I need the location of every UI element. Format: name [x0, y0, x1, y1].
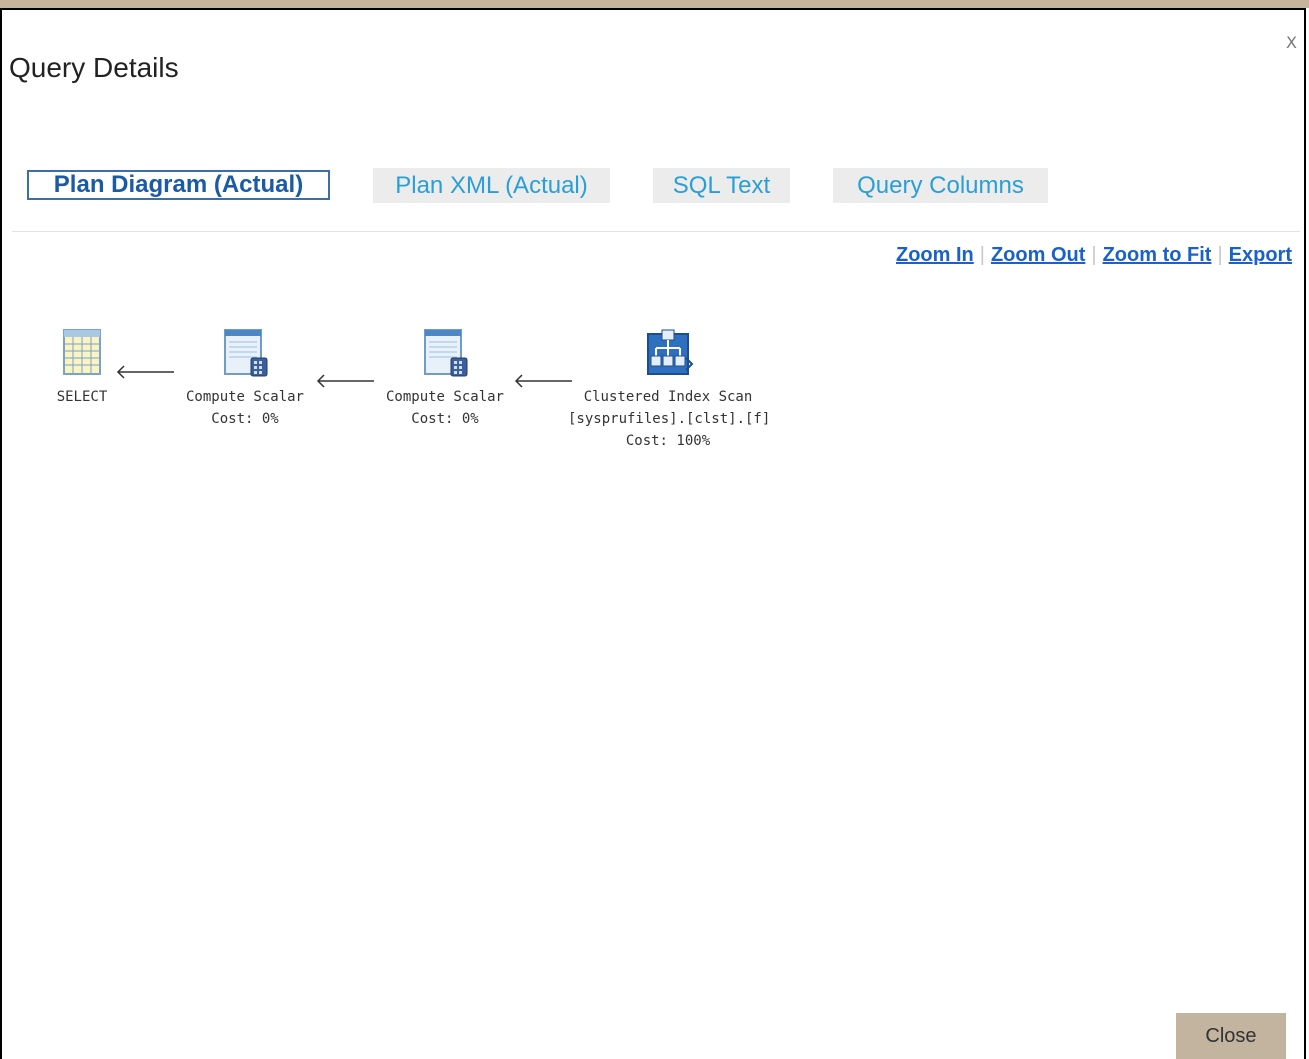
tab-query-columns[interactable]: Query Columns — [833, 168, 1048, 203]
node-label: Clustered Index Scan — [583, 389, 753, 405]
tab-divider — [12, 231, 1300, 232]
dialog-title: Query Details — [9, 52, 179, 83]
plan-arrow — [514, 374, 572, 388]
close-icon[interactable]: X — [1286, 33, 1297, 52]
plan-node-compute-scalar-1[interactable]: Compute Scalar Cost: 0% — [170, 328, 320, 430]
node-cost: Cost: 0% — [211, 411, 279, 427]
clustered-index-scan-icon — [647, 329, 694, 375]
node-label: Compute Scalar — [385, 389, 504, 405]
plan-arrow — [116, 365, 174, 379]
plan-node-clustered-index-scan[interactable]: Clustered Index Scan [sysprufiles].[clst… — [568, 328, 771, 452]
tab-sql-text[interactable]: SQL Text — [653, 168, 790, 203]
zoom-to-fit-link[interactable]: Zoom to Fit — [1103, 244, 1212, 266]
zoom-out-link[interactable]: Zoom Out — [991, 244, 1085, 266]
export-link[interactable]: Export — [1229, 244, 1292, 266]
compute-scalar-icon — [424, 329, 468, 377]
tab-plan-xml[interactable]: Plan XML (Actual) — [373, 168, 610, 203]
separator: | — [1091, 244, 1097, 266]
separator: | — [979, 244, 985, 266]
compute-scalar-icon — [224, 329, 268, 377]
node-object: [sysprufiles].[clst].[f] — [568, 411, 771, 427]
separator: | — [1217, 244, 1223, 266]
close-button[interactable]: Close — [1176, 1013, 1286, 1059]
window-top-band — [0, 0, 1309, 8]
node-label: SELECT — [56, 389, 108, 405]
node-cost: Cost: 100% — [625, 433, 711, 449]
zoom-in-link[interactable]: Zoom In — [896, 244, 974, 266]
node-cost: Cost: 0% — [411, 411, 479, 427]
zoom-toolbar: Zoom In | Zoom Out | Zoom to Fit | Export — [896, 244, 1292, 267]
query-details-dialog — [0, 8, 1306, 1059]
tab-plan-diagram[interactable]: Plan Diagram (Actual) — [27, 170, 330, 200]
plan-arrow — [316, 374, 374, 388]
plan-node-compute-scalar-2[interactable]: Compute Scalar Cost: 0% — [370, 328, 520, 430]
node-label: Compute Scalar — [185, 389, 304, 405]
select-table-icon — [63, 329, 101, 375]
